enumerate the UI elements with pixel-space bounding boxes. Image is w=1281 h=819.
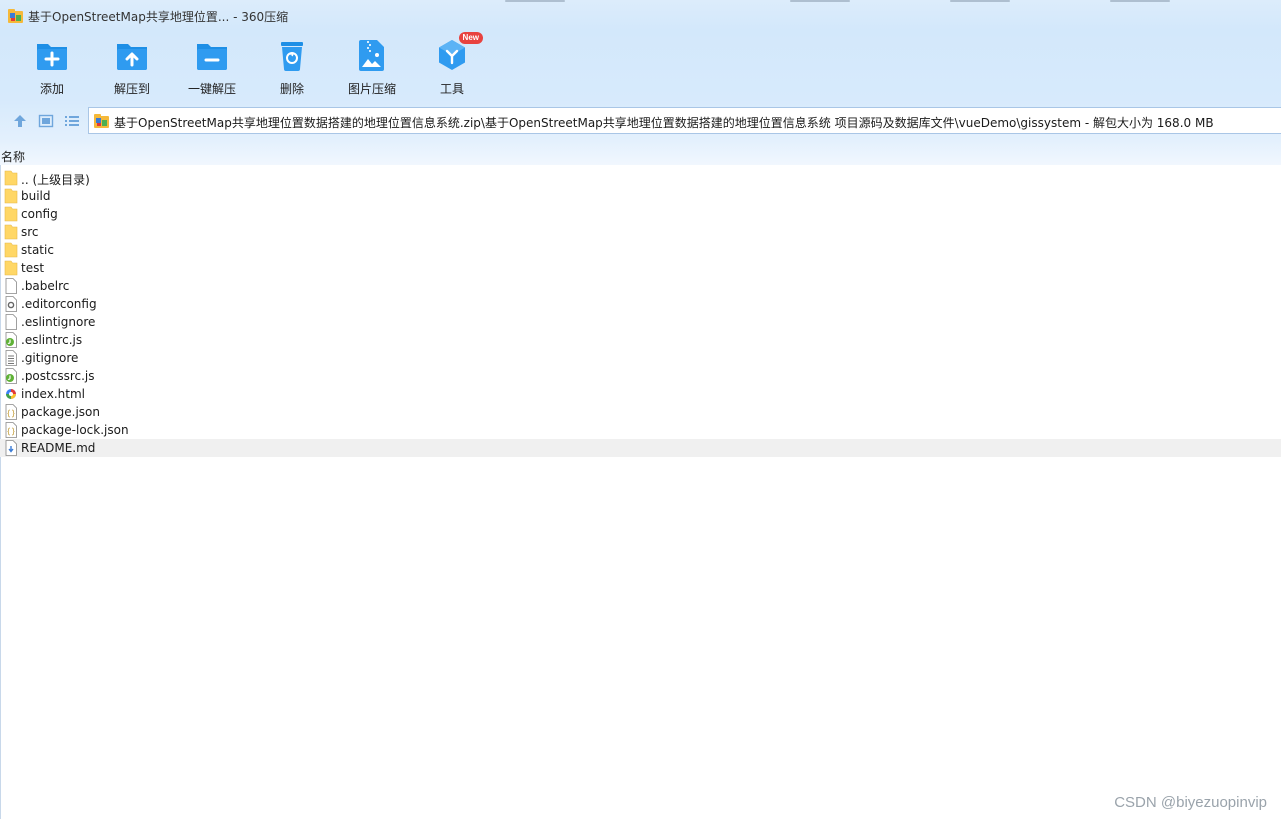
folder-icon [4,224,18,240]
list-item[interactable]: .eslintrc.js [0,331,1281,349]
json-file-icon [5,404,17,420]
folder-icon [4,242,18,258]
title-strip [950,0,1010,2]
title-strip [505,0,565,2]
thumbnail-view-icon[interactable] [38,113,54,129]
file-name: static [21,243,54,257]
list-item[interactable]: index.html [0,385,1281,403]
tools-button[interactable]: New 工具 [412,32,492,100]
folder-icon [4,260,18,276]
file-name: index.html [21,387,85,401]
folder-icon [4,206,18,222]
markdown-file-icon [5,440,17,456]
file-name: build [21,189,51,203]
up-arrow-icon[interactable] [12,113,28,129]
file-name: .gitignore [21,351,79,365]
file-name: test [21,261,45,275]
file-name: .eslintrc.js [21,333,83,347]
one-click-extract-label: 一键解压 [187,82,236,96]
list-view-icon[interactable] [64,113,80,129]
title-strip [790,0,850,2]
file-name: .postcssrc.js [21,369,95,383]
file-name: .babelrc [21,279,70,293]
json-file-icon [5,422,17,438]
file-name: .eslintignore [21,315,96,329]
new-badge: New [458,32,483,44]
title-strip [1110,0,1170,2]
file-name: .. (上级目录) [21,173,90,187]
watermark: CSDN @biyezuopinvip [1114,794,1267,811]
file-name: README.md [21,441,96,455]
list-item[interactable]: test [0,259,1281,277]
delete-label: 删除 [279,82,304,96]
title-bar[interactable]: 基于OpenStreetMap共享地理位置... - 360压缩 [0,0,1281,32]
list-item[interactable]: .editorconfig [0,295,1281,313]
extract-to-label: 解压到 [113,82,150,96]
image-compress-label: 图片压缩 [347,82,396,96]
file-name: .editorconfig [21,297,97,311]
window-title: 基于OpenStreetMap共享地理位置... - 360压缩 [28,10,289,24]
list-item[interactable]: .. (上级目录) [0,169,1281,187]
tools-label: 工具 [439,82,464,96]
toolbar: 添加 解压到 一键解压 删除 图片压缩 New 工具 [0,32,600,100]
add-folder-icon [37,44,67,70]
archive-icon [94,114,109,128]
archive-app-icon [8,9,23,23]
text-file-icon [5,350,17,366]
column-name-header[interactable]: 名称 [1,148,25,165]
js-file-icon [5,368,17,384]
file-name: config [21,207,58,221]
list-item[interactable]: package.json [0,403,1281,421]
extract-to-icon [117,44,147,70]
list-item[interactable]: build [0,187,1281,205]
list-item[interactable]: .babelrc [0,277,1281,295]
file-list: .. (上级目录) build config src static test .… [0,169,1281,457]
list-item[interactable]: package-lock.json [0,421,1281,439]
image-compress-button[interactable]: 图片压缩 [332,36,412,100]
image-compress-icon [359,40,384,71]
list-item-selected[interactable]: README.md [0,439,1281,457]
list-item[interactable]: src [0,223,1281,241]
blank-file-icon [5,278,17,294]
address-bar[interactable]: 基于OpenStreetMap共享地理位置数据搭建的地理位置信息系统.zip\基… [88,107,1281,134]
list-item[interactable]: static [0,241,1281,259]
one-click-extract-icon [197,44,227,70]
extract-to-button[interactable]: 解压到 [92,36,172,100]
blank-file-icon [5,314,17,330]
delete-icon [281,42,303,71]
file-name: package-lock.json [21,423,129,437]
delete-button[interactable]: 删除 [252,36,332,100]
list-item[interactable]: .eslintignore [0,313,1281,331]
app-window: 基于OpenStreetMap共享地理位置... - 360压缩 添加 解压到 [0,0,1281,819]
file-name: src [21,225,39,239]
list-item[interactable]: config [0,205,1281,223]
file-name: package.json [21,405,101,419]
address-row: 基于OpenStreetMap共享地理位置数据搭建的地理位置信息系统.zip\基… [0,107,1281,135]
address-path: 基于OpenStreetMap共享地理位置数据搭建的地理位置信息系统.zip\基… [114,116,1214,130]
js-file-icon [5,332,17,348]
list-item[interactable]: .postcssrc.js [0,367,1281,385]
folder-icon [4,170,18,186]
html-file-icon [6,389,16,399]
tools-icon-wrap: New [435,32,483,72]
folder-icon [4,188,18,204]
one-click-extract-button[interactable]: 一键解压 [172,36,252,100]
list-item[interactable]: .gitignore [0,349,1281,367]
config-file-icon [5,296,17,312]
add-button[interactable]: 添加 [12,36,92,100]
column-header[interactable]: 名称 [0,146,1281,164]
add-label: 添加 [39,82,64,96]
